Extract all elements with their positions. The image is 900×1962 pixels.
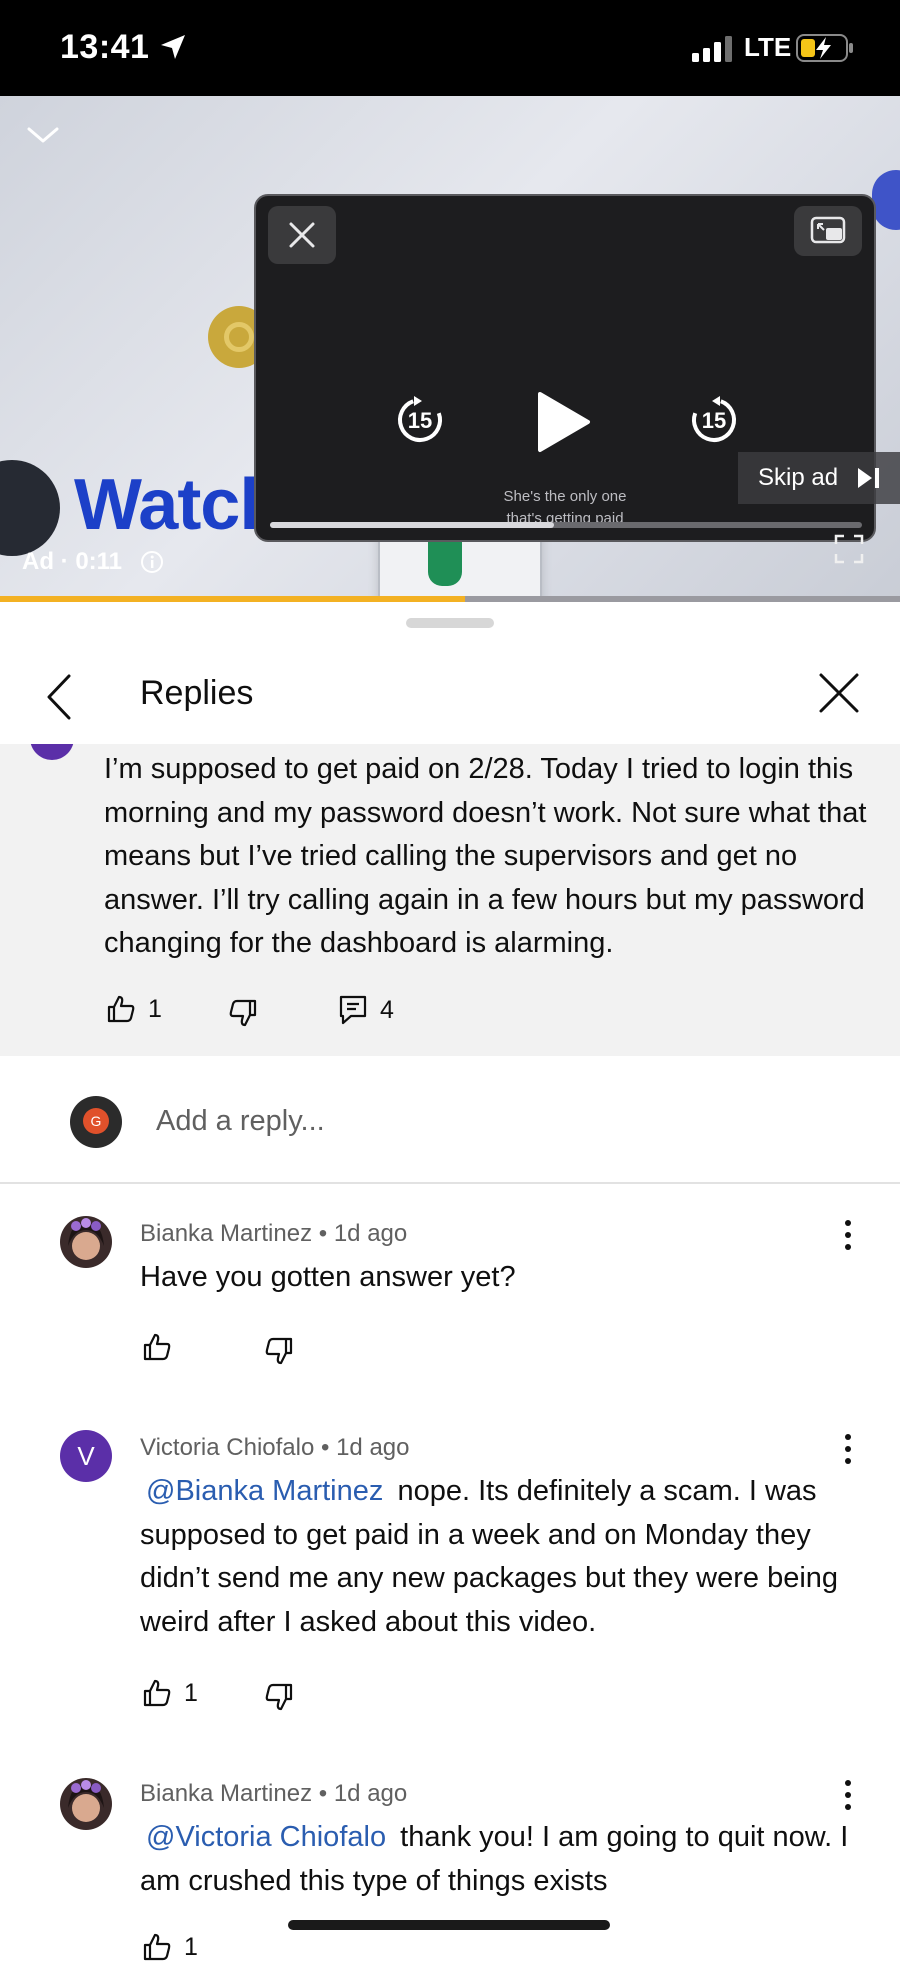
like-button[interactable]: 1	[142, 1932, 198, 1962]
reply-count: 4	[380, 995, 394, 1024]
reply-author[interactable]: Victoria Chiofalo	[140, 1434, 314, 1461]
svg-text:15: 15	[408, 408, 432, 433]
replies-button[interactable]: 4	[338, 994, 394, 1026]
status-bar: 13:41 LTE	[0, 0, 900, 96]
background-logo-graphic	[0, 460, 60, 556]
skip-next-icon	[856, 466, 882, 497]
reply-time: 1d ago	[333, 1220, 408, 1247]
pip-restore-button[interactable]	[794, 206, 862, 256]
skip-ad-label: Skip ad	[758, 464, 839, 491]
ad-timer-label: Ad · 0:11	[22, 548, 123, 575]
avatar-initial: G	[83, 1108, 109, 1134]
forward-15-icon[interactable]: 15	[686, 392, 742, 453]
mention-link[interactable]: @Bianka Martinez	[146, 1475, 383, 1507]
skip-ad-button[interactable]: Skip ad	[738, 452, 900, 504]
dislike-button[interactable]	[264, 1336, 294, 1366]
avatar[interactable]	[30, 744, 74, 760]
thumbs-down-icon	[265, 1683, 293, 1711]
reply-author[interactable]: Bianka Martinez	[140, 1780, 312, 1807]
reply-time: 1d ago	[333, 1780, 408, 1807]
rewind-15-icon[interactable]: 15	[392, 392, 448, 453]
avatar[interactable]	[60, 1778, 112, 1830]
play-icon[interactable]	[534, 390, 594, 459]
ad-brand-text: Watch	[74, 465, 283, 545]
battery-charging-icon	[796, 34, 854, 67]
reply-author[interactable]: Bianka Martinez	[140, 1220, 312, 1247]
parent-comment-text: I’m supposed to get paid on 2/28. Today …	[104, 753, 867, 959]
reply-text: @Bianka Martinez nope. Its definitely a …	[140, 1470, 880, 1644]
fullscreen-icon[interactable]	[834, 534, 864, 569]
reply-input[interactable]	[156, 1096, 796, 1146]
like-count: 1	[184, 1932, 198, 1961]
dislike-button[interactable]	[228, 998, 258, 1028]
svg-text:15: 15	[702, 408, 726, 433]
more-vertical-icon[interactable]	[834, 1218, 862, 1257]
status-time: 13:41	[60, 28, 150, 66]
like-button[interactable]: 1	[106, 994, 162, 1024]
replies-header: Replies	[0, 648, 900, 745]
reply-time: 1d ago	[336, 1434, 410, 1461]
chevron-down-icon[interactable]	[26, 124, 60, 151]
close-icon[interactable]	[818, 672, 860, 719]
pip-progress-bar[interactable]	[270, 522, 862, 528]
like-count: 1	[184, 1678, 198, 1707]
more-vertical-icon[interactable]	[834, 1778, 862, 1817]
network-label: LTE	[744, 32, 792, 62]
close-icon	[289, 222, 315, 248]
like-count: 1	[148, 994, 162, 1023]
home-indicator	[288, 1920, 610, 1930]
info-icon[interactable]	[140, 550, 164, 579]
page-title: Replies	[140, 674, 254, 712]
mention-link[interactable]: @Victoria Chiofalo	[146, 1821, 386, 1853]
thumbs-up-icon	[143, 1333, 171, 1361]
pip-progress-fill	[270, 522, 555, 528]
location-arrow-icon	[158, 32, 188, 67]
reply-meta: Bianka Martinez • 1d ago	[140, 1220, 408, 1247]
signal-icon	[692, 36, 734, 67]
like-button[interactable]: 1	[142, 1678, 198, 1708]
pip-close-button[interactable]	[268, 206, 336, 264]
thumbs-up-icon	[107, 995, 135, 1023]
dislike-button[interactable]	[264, 1682, 294, 1712]
thumbs-up-icon	[143, 1679, 171, 1707]
reply-icon	[339, 995, 367, 1025]
thumbs-down-icon	[265, 1337, 293, 1365]
avatar[interactable]	[60, 1216, 112, 1268]
drag-handle[interactable]	[406, 618, 494, 628]
avatar[interactable]: G	[70, 1096, 122, 1148]
reply-text: Have you gotten answer yet?	[140, 1256, 880, 1300]
thumbs-up-icon	[143, 1933, 171, 1961]
replies-sheet: Replies I’m supposed to get paid on 2/28…	[0, 602, 900, 1961]
pip-restore-icon	[810, 216, 846, 244]
reply-meta: Bianka Martinez • 1d ago	[140, 1780, 408, 1807]
background-badge	[872, 170, 900, 230]
thumbs-down-icon	[229, 999, 257, 1027]
reply-body: Have you gotten answer yet?	[140, 1261, 516, 1293]
reply-meta: Victoria Chiofalo • 1d ago	[140, 1434, 410, 1461]
video-player[interactable]: Watch 15 15 She's the only one that's ge…	[0, 96, 900, 602]
parent-comment: I’m supposed to get paid on 2/28. Today …	[0, 744, 900, 1056]
reply-text: @Victoria Chiofalo thank you! I am going…	[140, 1816, 880, 1903]
add-reply-row: G	[0, 1056, 900, 1184]
more-vertical-icon[interactable]	[834, 1432, 862, 1471]
avatar[interactable]: V	[60, 1430, 112, 1482]
back-arrow-icon[interactable]	[46, 674, 72, 725]
like-button[interactable]	[142, 1332, 172, 1362]
